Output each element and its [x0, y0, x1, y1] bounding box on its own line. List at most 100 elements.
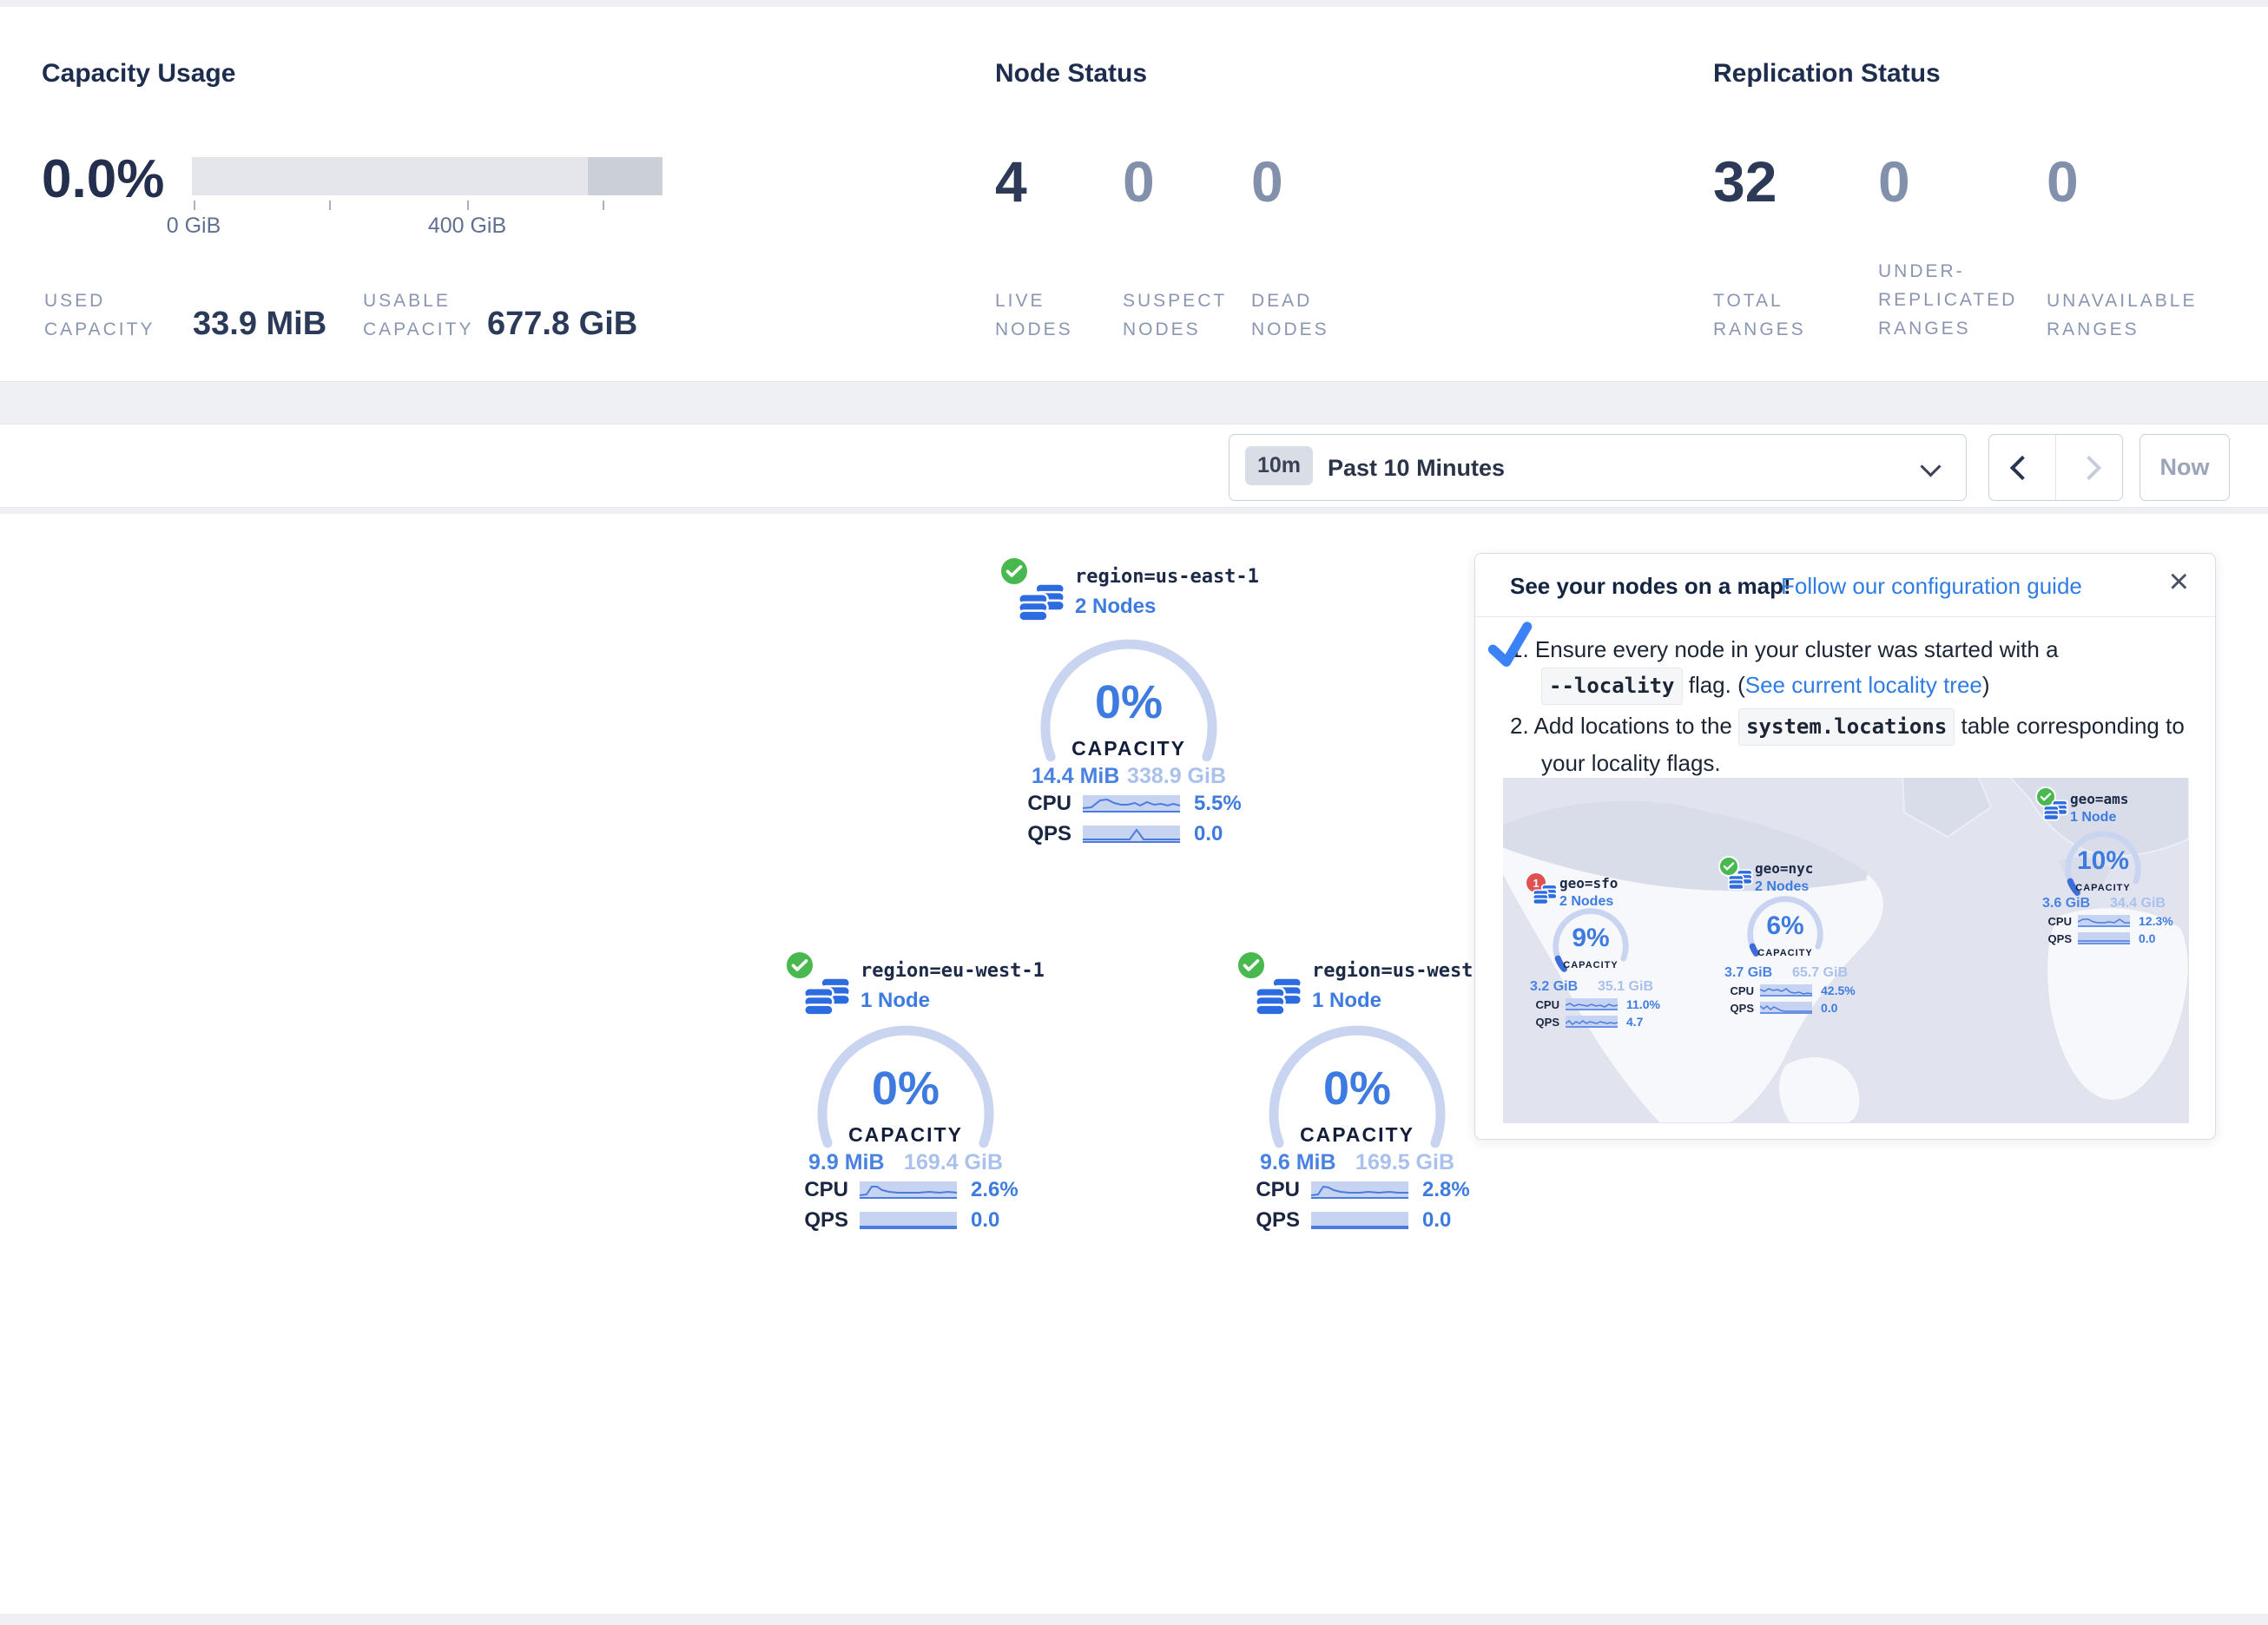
cpu-value: 42.5% — [1821, 984, 1856, 997]
region-name: region=us-east-1 — [1075, 566, 1259, 588]
map-node-name: geo=nyc — [1755, 860, 1813, 877]
capacity-label: CAPACITY — [1549, 960, 1632, 970]
database-nodes-icon — [1253, 972, 1303, 1023]
capacity-label: CAPACITY — [810, 1123, 1001, 1147]
capacity-label: CAPACITY — [1033, 737, 1224, 760]
map-node-name: geo=ams — [2070, 791, 2128, 807]
qps-value: 0.0 — [1422, 1208, 1451, 1233]
map-node-nyc-gauge: 6% CAPACITY — [1744, 892, 1827, 976]
total-ranges-label: TOTAL RANGES — [1713, 286, 1809, 344]
now-button[interactable]: Now — [2139, 434, 2230, 501]
chevron-right-icon — [2077, 455, 2101, 479]
axis-tick-label: 0 GiB — [167, 214, 221, 239]
region-node-count: 2 Nodes — [1075, 595, 1259, 619]
usable-capacity-value: 677.8 GiB — [487, 306, 637, 343]
setup-step-2: 2. Add locations to the system.locations… — [1510, 708, 2194, 781]
capacity-label: CAPACITY — [1744, 948, 1827, 958]
capacity-label: CAPACITY — [2061, 883, 2145, 893]
cpu-label: CPU — [1249, 1178, 1300, 1202]
cpu-value: 5.5% — [1194, 792, 1242, 816]
database-nodes-icon — [1016, 578, 1066, 628]
map-node-sfo-gauge: 9% CAPACITY — [1549, 905, 1632, 988]
dead-nodes-label: DEAD NODES — [1251, 286, 1347, 344]
database-nodes-icon — [801, 972, 852, 1023]
qps-value: 0.0 — [971, 1208, 999, 1233]
time-prev-button[interactable] — [1989, 435, 2055, 500]
dead-nodes-value: 0 — [1251, 153, 1283, 210]
cpu-value: 11.0% — [1626, 997, 1660, 1011]
qps-sparkline — [1566, 1016, 1618, 1028]
axis-tick — [467, 201, 469, 210]
qps-label: QPS — [1532, 1016, 1559, 1029]
total-value: 169.5 GiB — [1355, 1150, 1454, 1175]
qps-label: QPS — [2044, 932, 2072, 945]
check-icon — [1482, 618, 1538, 674]
cpu-label: CPU — [798, 1178, 848, 1202]
capacity-usage-title: Capacity Usage — [42, 59, 235, 89]
capacity-percent: 0% — [1262, 1062, 1453, 1115]
under-replicated-ranges-label: UNDER-REPLICATED RANGES — [1878, 257, 2039, 343]
region-name: region=us-west-1 — [1312, 960, 1496, 982]
capacity-values: 14.4 MiB 338.9 GiB — [1032, 764, 1226, 789]
qps-sparkline — [860, 1212, 957, 1229]
cpu-label: CPU — [2044, 915, 2072, 928]
capacity-percent: 9% — [1549, 924, 1632, 953]
cpu-label: CPU — [1021, 792, 1071, 816]
region-metrics: CPU 2.6% QPS 0.0 — [798, 1176, 1019, 1237]
total-value: 169.4 GiB — [904, 1150, 1003, 1175]
cpu-value: 2.6% — [971, 1178, 1019, 1202]
suspect-nodes-value: 0 — [1123, 153, 1155, 210]
axis-tick — [329, 201, 331, 210]
step-number: 2. — [1510, 713, 1529, 739]
axis-tick — [194, 201, 195, 210]
region-node-count: 1 Node — [1312, 989, 1496, 1013]
capacity-usage-bar-segment — [588, 157, 663, 195]
map-node-name: geo=sfo — [1559, 875, 1618, 891]
used-value: 9.9 MiB — [808, 1150, 885, 1175]
database-nodes-icon — [2042, 798, 2068, 824]
used-value: 3.6 GiB — [2042, 896, 2090, 911]
code-locality-flag: --locality — [1541, 668, 1683, 705]
cpu-sparkline — [1311, 1181, 1408, 1199]
total-ranges-value: 32 — [1713, 153, 1777, 210]
cpu-label: CPU — [1532, 998, 1559, 1011]
cpu-label: CPU — [1726, 984, 1754, 997]
qps-label: QPS — [1249, 1208, 1300, 1233]
live-nodes-value: 4 — [995, 153, 1027, 210]
configuration-guide-link[interactable]: Follow our configuration guide — [1781, 573, 2082, 600]
setup-step-1: 1. Ensure every node in your cluster was… — [1510, 632, 2194, 705]
locality-tree-link[interactable]: See current locality tree — [1745, 672, 1982, 698]
cpu-sparkline — [1083, 795, 1180, 812]
cpu-sparkline — [1760, 984, 1812, 997]
qps-sparkline — [1311, 1212, 1408, 1229]
close-icon[interactable]: × — [2169, 564, 2189, 599]
qps-value: 4.7 — [1626, 1015, 1643, 1029]
under-replicated-ranges-value: 0 — [1878, 153, 1910, 210]
capacity-values: 9.9 MiB 169.4 GiB — [808, 1150, 1003, 1175]
world-map-preview: 1 geo=sfo 2 Nodes — [1503, 778, 2189, 1123]
cpu-sparkline — [1566, 998, 1618, 1010]
setup-steps: 1. Ensure every node in your cluster was… — [1510, 632, 2194, 785]
axis-tick — [603, 201, 604, 210]
time-range-dropdown[interactable]: 10m Past 10 Minutes — [1229, 434, 1967, 501]
map-node-count: 1 Node — [2070, 810, 2128, 826]
usable-capacity-label: USABLE CAPACITY — [363, 286, 493, 344]
time-nav-group — [1988, 434, 2123, 501]
time-next-button[interactable] — [2055, 435, 2122, 500]
total-value: 34.4 GiB — [2110, 896, 2166, 911]
step-text: ) — [1982, 672, 1990, 698]
qps-value: 0.0 — [1821, 1001, 1837, 1015]
qps-value: 0.0 — [1194, 822, 1223, 846]
unavailable-ranges-label: UNAVAILABLE RANGES — [2047, 286, 2229, 344]
map-node-metrics: CPU 11.0% QPS — [1532, 997, 1660, 1031]
qps-sparkline — [1760, 1002, 1812, 1014]
popup-header: See your nodes on a map! Follow our conf… — [1475, 554, 2215, 617]
qps-sparkline — [2078, 932, 2130, 944]
capacity-percent: 0% — [810, 1062, 1001, 1115]
cpu-value: 2.8% — [1422, 1178, 1470, 1202]
cluster-overview-page: Capacity Usage 0.0% 0 GiB 400 GiB USED C… — [0, 0, 2268, 1625]
live-nodes-label: LIVE NODES — [995, 286, 1091, 344]
map-node-metrics: CPU 12.3% QPS — [2044, 913, 2173, 948]
cpu-value: 12.3% — [2139, 914, 2173, 928]
total-value: 338.9 GiB — [1127, 764, 1226, 789]
